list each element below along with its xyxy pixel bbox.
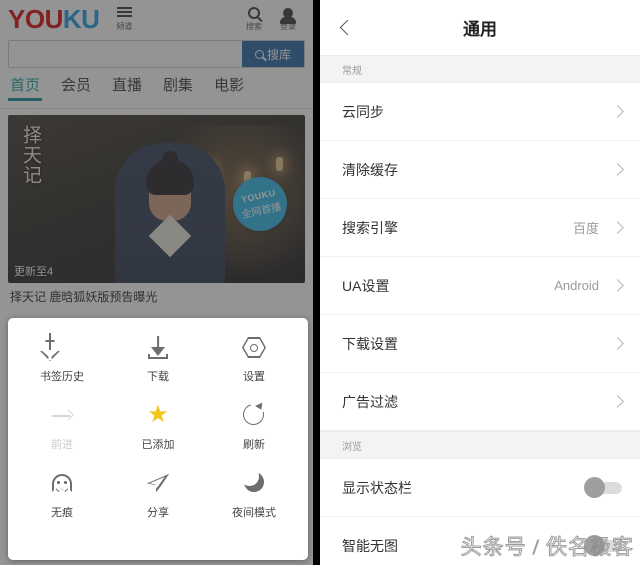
chevron-right-icon bbox=[611, 105, 624, 118]
menu-item-label: 分享 bbox=[147, 507, 169, 519]
chevron-right-icon bbox=[611, 279, 624, 292]
menu-item-forward[interactable]: 前进 bbox=[14, 402, 110, 452]
share-plane-icon bbox=[145, 470, 171, 496]
row-label: 显示状态栏 bbox=[342, 479, 412, 496]
star-icon: ★ bbox=[147, 401, 169, 428]
settings-row-show-status-bar[interactable]: 显示状态栏 bbox=[320, 459, 640, 517]
menu-item-label: 夜间模式 bbox=[232, 507, 276, 519]
menu-item-added-bookmark[interactable]: ★ 已添加 bbox=[110, 402, 206, 452]
forward-arrow-icon bbox=[49, 402, 75, 428]
menu-item-downloads[interactable]: 下载 bbox=[110, 334, 206, 384]
download-icon bbox=[145, 334, 171, 360]
row-label: 云同步 bbox=[342, 103, 384, 120]
menu-item-night-mode[interactable]: 夜间模式 bbox=[206, 467, 302, 520]
row-label: 下载设置 bbox=[342, 335, 398, 352]
menu-item-label: 下载 bbox=[147, 371, 169, 383]
chevron-left-icon[interactable] bbox=[338, 21, 352, 35]
menu-item-share[interactable]: 分享 bbox=[110, 470, 206, 520]
section-header-general: 常规 bbox=[320, 55, 640, 83]
settings-row-ua-setting[interactable]: UA设置 Android bbox=[320, 257, 640, 315]
row-value: 百度 bbox=[572, 221, 599, 236]
chevron-right-icon bbox=[611, 337, 624, 350]
browser-menu-sheet: 书签历史 下载 设置 前进 ★ 已添加 刷新 无痕 分享 夜间模式 bbox=[8, 318, 308, 560]
menu-item-settings[interactable]: 设置 bbox=[206, 334, 302, 384]
gear-icon bbox=[241, 334, 267, 360]
settings-row-clear-cache[interactable]: 清除缓存 bbox=[320, 141, 640, 199]
screenshot-divider bbox=[313, 0, 320, 565]
youku-browser-screen: YOUKU 频道 搜索 登录 bbox=[0, 0, 313, 565]
menu-item-label: 刷新 bbox=[243, 439, 265, 451]
chevron-right-icon bbox=[611, 221, 624, 234]
menu-item-bookmarks-history[interactable]: 书签历史 bbox=[14, 333, 110, 384]
menu-grid: 书签历史 下载 设置 前进 ★ 已添加 刷新 无痕 分享 夜间模式 bbox=[14, 333, 302, 520]
toggle-show-status-bar[interactable] bbox=[584, 476, 622, 498]
bookmark-icon bbox=[40, 333, 75, 361]
settings-row-cloud-sync[interactable]: 云同步 bbox=[320, 83, 640, 141]
menu-item-incognito[interactable]: 无痕 bbox=[14, 470, 110, 520]
settings-row-search-engine[interactable]: 搜索引擎 百度 bbox=[320, 199, 640, 257]
settings-header: 通用 bbox=[320, 0, 640, 55]
menu-item-label: 前进 bbox=[51, 439, 73, 451]
chevron-right-icon bbox=[611, 395, 624, 408]
row-label: UA设置 bbox=[342, 277, 390, 294]
menu-item-label: 无痕 bbox=[51, 507, 73, 519]
menu-item-label: 设置 bbox=[243, 371, 265, 383]
row-label: 广告过滤 bbox=[342, 393, 398, 410]
screenshot-stage: YOUKU 频道 搜索 登录 bbox=[0, 0, 640, 565]
row-label: 清除缓存 bbox=[342, 161, 398, 178]
menu-item-refresh[interactable]: 刷新 bbox=[206, 400, 302, 452]
row-label: 搜索引擎 bbox=[342, 219, 398, 236]
ghost-icon bbox=[49, 470, 75, 496]
section-header-browse: 浏览 bbox=[320, 431, 640, 459]
watermark: 头条号 / 佚名极客 bbox=[460, 535, 634, 560]
menu-item-label: 已添加 bbox=[141, 439, 175, 451]
row-value: Android bbox=[554, 278, 599, 293]
page-title: 通用 bbox=[463, 20, 497, 39]
moon-icon bbox=[240, 467, 267, 496]
chevron-right-icon bbox=[611, 163, 624, 176]
menu-item-label: 书签历史 bbox=[40, 371, 84, 383]
settings-row-ad-filter[interactable]: 广告过滤 bbox=[320, 373, 640, 431]
settings-screen: 通用 常规 云同步 清除缓存 搜索引擎 百度 UA设置 Android 下载设置 bbox=[320, 0, 640, 565]
refresh-icon bbox=[239, 400, 268, 429]
settings-row-download-setting[interactable]: 下载设置 bbox=[320, 315, 640, 373]
